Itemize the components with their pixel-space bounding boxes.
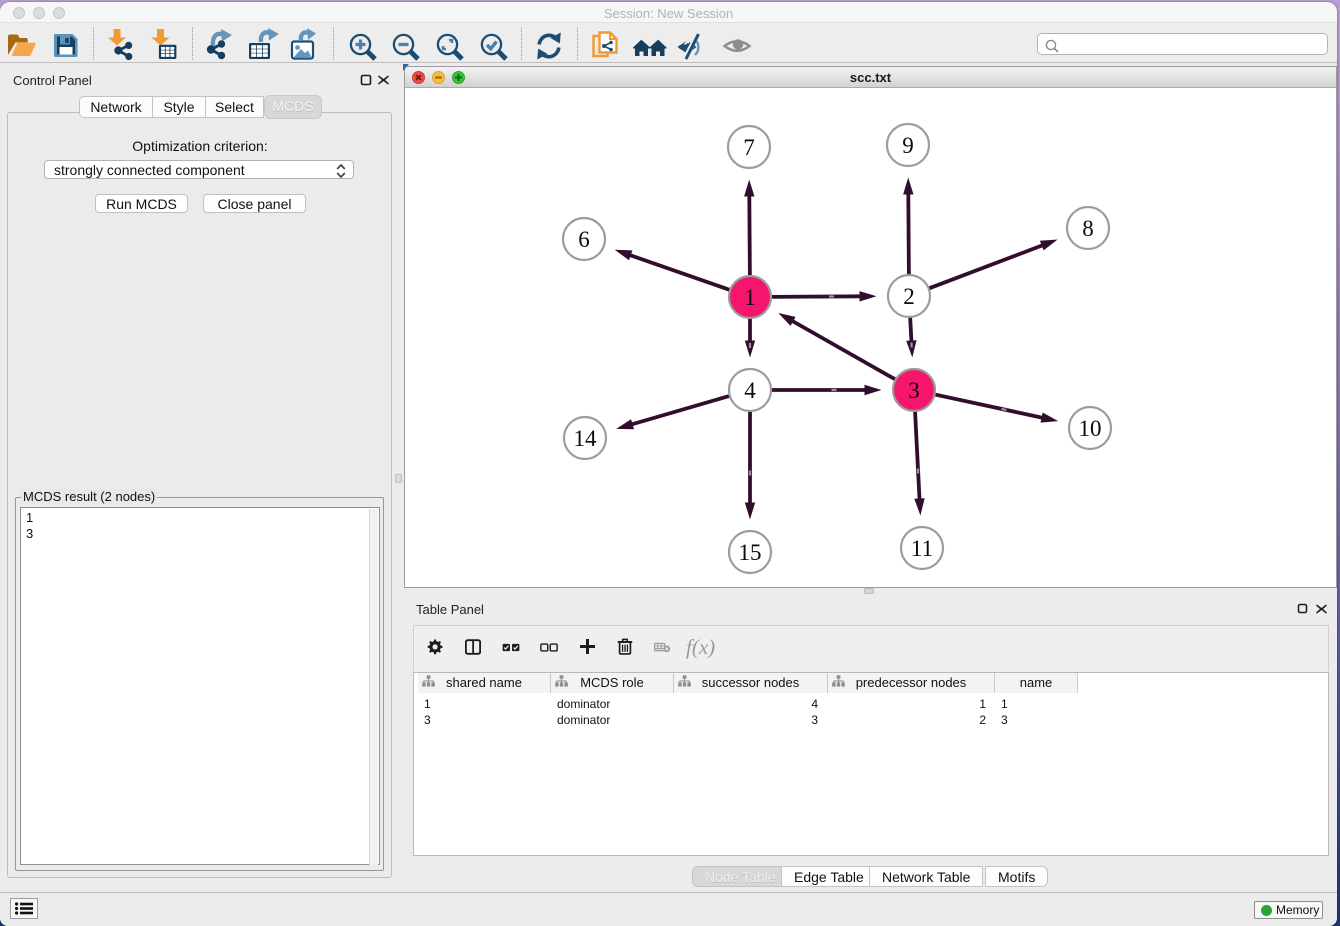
svg-text:4: 4 [744,378,756,403]
svg-text:6: 6 [578,227,590,252]
svg-text:3: 3 [908,378,920,403]
svg-text:7: 7 [743,135,755,160]
svg-text:10: 10 [1079,416,1102,441]
svg-text:15: 15 [739,540,762,565]
svg-text:8: 8 [1082,216,1094,241]
svg-text:14: 14 [574,426,598,451]
svg-text:11: 11 [911,536,933,561]
svg-text:1: 1 [744,285,756,310]
svg-text:9: 9 [902,133,914,158]
svg-text:2: 2 [903,284,915,309]
